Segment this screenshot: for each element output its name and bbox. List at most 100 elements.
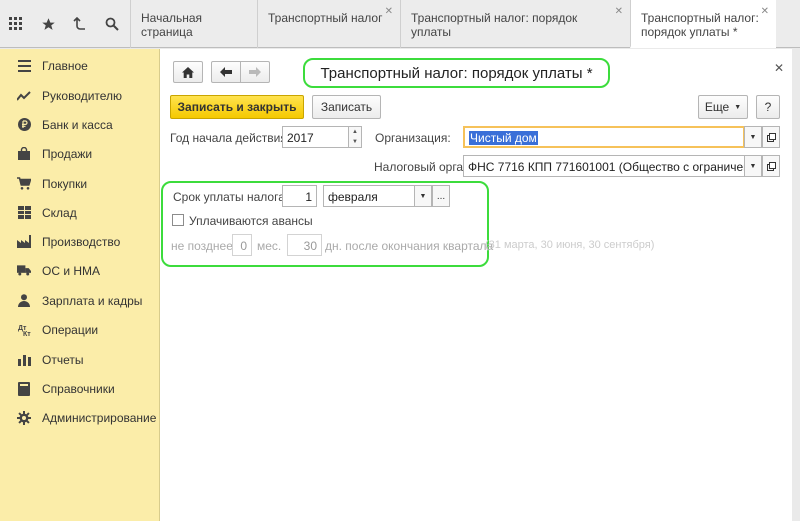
- history-icon[interactable]: [64, 0, 96, 48]
- spin-down-icon[interactable]: ▼: [349, 137, 361, 147]
- sidebar-item-label: Главное: [42, 58, 88, 73]
- close-icon[interactable]: ✕: [385, 5, 393, 19]
- close-form-icon[interactable]: ✕: [774, 61, 784, 75]
- sidebar-item-main[interactable]: Главное: [0, 51, 160, 80]
- person-icon: [17, 294, 31, 308]
- sidebar-item-label: Справочники: [42, 381, 115, 396]
- deadline-choose-button[interactable]: ...: [432, 185, 450, 207]
- forward-button[interactable]: [240, 61, 270, 83]
- sidebar-item-bank[interactable]: Банк и касса: [0, 110, 160, 139]
- organization-label: Организация:: [375, 131, 451, 145]
- chevron-down-icon: ▼: [749, 162, 757, 170]
- bar-chart-icon: [17, 353, 31, 367]
- back-button[interactable]: [211, 61, 241, 83]
- tab-transport-tax[interactable]: Транспортный налог ✕: [257, 0, 400, 48]
- factory-icon: [17, 235, 31, 249]
- arrow-right-icon: [249, 67, 261, 77]
- spin-up-icon[interactable]: ▲: [349, 127, 361, 137]
- warehouse-grid-icon: [17, 206, 31, 220]
- sidebar-item-manager[interactable]: Руководителю: [0, 81, 160, 110]
- tab-home[interactable]: Начальная страница: [130, 0, 257, 48]
- quarter-dates-hint: (31 марта, 30 июня, 30 сентября): [485, 239, 655, 251]
- search-icon[interactable]: [96, 0, 128, 48]
- star-icon[interactable]: [32, 0, 64, 48]
- sidebar-item-label: Банк и касса: [42, 117, 113, 132]
- open-link-icon: [766, 161, 776, 171]
- tab-bar: Начальная страница Транспортный налог ✕ …: [130, 0, 800, 48]
- chevron-down-icon: ▼: [749, 133, 757, 141]
- sidebar-item-label: ОС и НМА: [42, 263, 101, 278]
- tax-office-open-button[interactable]: [762, 155, 780, 177]
- save-and-close-button[interactable]: Записать и закрыть: [170, 95, 304, 119]
- year-input[interactable]: 2017: [282, 126, 349, 148]
- tax-office-dropdown-button[interactable]: ▼: [744, 155, 762, 177]
- help-button[interactable]: ?: [756, 95, 780, 119]
- sidebar-item-label: Операции: [42, 322, 99, 337]
- book-icon: [17, 381, 31, 396]
- svg-text:Кт: Кт: [23, 331, 31, 336]
- top-bar: Начальная страница Транспортный налог ✕ …: [0, 0, 800, 48]
- tab-tax-payment-order[interactable]: Транспортный налог: порядок уплаты ✕: [400, 0, 630, 48]
- chevron-down-icon: ▼: [734, 103, 742, 111]
- sidebar-item-administration[interactable]: Администрирование: [0, 403, 160, 432]
- sidebar-item-warehouse[interactable]: Склад: [0, 198, 160, 227]
- organization-dropdown-button[interactable]: ▼: [744, 126, 762, 148]
- sidebar-item-reports[interactable]: Отчеты: [0, 345, 160, 374]
- ruble-coin-icon: [17, 118, 31, 132]
- close-icon[interactable]: ✕: [615, 5, 623, 19]
- tax-office-label: Налоговый орган:: [374, 160, 474, 174]
- advances-checkbox[interactable]: [172, 214, 184, 226]
- shopping-cart-icon: [17, 177, 31, 191]
- organization-input[interactable]: Чистый дом: [463, 126, 745, 148]
- tab-label: Начальная страница: [141, 11, 203, 39]
- sidebar-item-sales[interactable]: Продажи: [0, 139, 160, 168]
- tax-office-input[interactable]: ФНС 7716 КПП 771601001 (Общество с огран…: [463, 155, 745, 177]
- close-icon[interactable]: ✕: [761, 5, 769, 19]
- form-title: Транспортный налог: порядок уплаты *: [303, 58, 610, 88]
- advances-label: Уплачиваются авансы: [189, 214, 313, 228]
- menu-lines-icon: [17, 59, 31, 73]
- tab-label-line2: порядок уплаты *: [641, 25, 738, 39]
- home-button[interactable]: [173, 61, 203, 83]
- tab-label: Транспортный налог:: [641, 11, 759, 25]
- sidebar-item-label: Руководителю: [42, 88, 123, 103]
- organization-open-button[interactable]: [762, 126, 780, 148]
- open-link-icon: [766, 132, 776, 142]
- save-button[interactable]: Записать: [312, 95, 381, 119]
- tab-label: Транспортный налог: [268, 11, 383, 25]
- sidebar-item-label: Склад: [42, 205, 77, 220]
- deadline-month-select[interactable]: февраля: [323, 185, 415, 207]
- sidebar-item-directories[interactable]: Справочники: [0, 374, 160, 403]
- more-label: Еще: [704, 100, 730, 114]
- gear-icon: [17, 410, 31, 425]
- advance-months-input[interactable]: 0: [232, 234, 252, 256]
- year-label: Год начала действия:: [170, 131, 291, 145]
- home-icon: [182, 66, 194, 78]
- year-stepper[interactable]: ▲ ▼: [348, 126, 362, 148]
- form-area: [160, 49, 792, 521]
- sidebar-item-label: Отчеты: [42, 352, 84, 367]
- operations-icon: Дт Кт: [17, 323, 31, 337]
- sidebar-item-label: Производство: [42, 234, 121, 249]
- apps-grid-icon[interactable]: [0, 0, 32, 48]
- sidebar-item-production[interactable]: Производство: [0, 227, 160, 256]
- advance-days-input[interactable]: 30: [287, 234, 322, 256]
- sidebar-item-salary-hr[interactable]: Зарплата и кадры: [0, 286, 160, 315]
- window-edge: [792, 49, 800, 521]
- sidebar-item-label: Зарплата и кадры: [42, 293, 143, 308]
- deadline-day-input[interactable]: 1: [282, 185, 317, 207]
- toolbar-icons: [0, 0, 130, 48]
- arrow-left-icon: [220, 67, 232, 77]
- sidebar-item-label: Администрирование: [42, 410, 157, 425]
- tab-tax-payment-order-active[interactable]: Транспортный налог: порядок уплаты * ✕: [630, 0, 776, 48]
- sidebar-item-purchases[interactable]: Покупки: [0, 169, 160, 198]
- deadline-month-dropdown-button[interactable]: ▼: [414, 185, 432, 207]
- sidebar-item-label: Продажи: [42, 146, 93, 161]
- days-label: дн. после окончания квартала: [325, 239, 494, 253]
- organization-value: Чистый дом: [469, 131, 538, 145]
- sidebar-item-label: Покупки: [42, 176, 88, 191]
- sidebar-item-operations[interactable]: Дт Кт Операции: [0, 315, 160, 344]
- more-button[interactable]: Еще ▼: [698, 95, 748, 119]
- sidebar-item-fixed-assets[interactable]: ОС и НМА: [0, 256, 160, 285]
- tab-label: Транспортный налог: порядок уплаты: [411, 11, 578, 39]
